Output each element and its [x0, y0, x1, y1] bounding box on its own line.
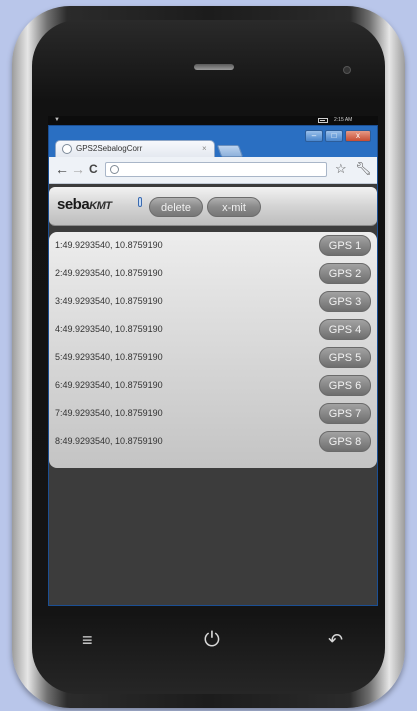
logo-sub: KMT — [89, 200, 112, 212]
list-item: 5:49.9293540, 10.8759190 GPS 5 — [49, 344, 377, 372]
level-indicator-icon — [138, 197, 142, 207]
phone-screen: ▼ 2:15 AM – □ x GPS2SebalogCorr × ← → C … — [48, 116, 378, 606]
tab-close-icon[interactable]: × — [202, 144, 207, 153]
list-item: 2:49.9293540, 10.8759190 GPS 2 — [49, 260, 377, 288]
list-item: 6:49.9293540, 10.8759190 GPS 6 — [49, 372, 377, 400]
globe-icon — [62, 144, 72, 154]
signal-icon: ▼ — [54, 117, 60, 123]
list-item: 1:49.9293540, 10.8759190 GPS 1 — [49, 232, 377, 260]
tab-gps2sebalogcorr[interactable]: GPS2SebalogCorr × — [55, 140, 215, 158]
gps-list: 1:49.9293540, 10.8759190 GPS 1 2:49.9293… — [49, 232, 377, 468]
list-item: 3:49.9293540, 10.8759190 GPS 3 — [49, 288, 377, 316]
earpiece-speaker — [194, 64, 234, 70]
app-header: sebaKMT delete x-mit — [49, 187, 377, 226]
tab-strip: GPS2SebalogCorr × — [55, 140, 371, 158]
gps-coordinate-text: 5:49.9293540, 10.8759190 — [55, 352, 163, 362]
status-bar: ▼ 2:15 AM — [48, 116, 378, 125]
gps-coordinate-text: 2:49.9293540, 10.8759190 — [55, 268, 163, 278]
power-icon[interactable]: ⏻ — [204, 628, 220, 652]
gps-6-button[interactable]: GPS 6 — [319, 375, 371, 396]
forward-icon[interactable]: → — [71, 161, 85, 177]
gps-7-button[interactable]: GPS 7 — [319, 403, 371, 424]
gps-1-button[interactable]: GPS 1 — [319, 235, 371, 256]
new-tab-button[interactable] — [216, 145, 244, 157]
page-icon — [110, 165, 119, 174]
list-item: 8:49.9293540, 10.8759190 GPS 8 — [49, 428, 377, 456]
reload-icon[interactable]: C — [89, 161, 98, 177]
back-key-icon[interactable]: ↶ — [328, 628, 343, 652]
gps-5-button[interactable]: GPS 5 — [319, 347, 371, 368]
sebakmt-logo: sebaKMT — [57, 196, 112, 213]
gps-3-button[interactable]: GPS 3 — [319, 291, 371, 312]
gps-coordinate-text: 8:49.9293540, 10.8759190 — [55, 436, 163, 446]
back-icon[interactable]: ← — [55, 161, 69, 177]
bookmark-star-icon[interactable]: ☆ — [335, 161, 347, 177]
gps-8-button[interactable]: GPS 8 — [319, 431, 371, 452]
delete-button[interactable]: delete — [149, 197, 203, 217]
front-camera — [343, 66, 351, 74]
browser-toolbar: ← → C ☆ 🔧︎ — [49, 157, 377, 184]
gps-2-button[interactable]: GPS 2 — [319, 263, 371, 284]
logo-main: seba — [57, 196, 90, 213]
status-time: 2:15 AM — [334, 117, 353, 123]
gps-4-button[interactable]: GPS 4 — [319, 319, 371, 340]
gps-coordinate-text: 6:49.9293540, 10.8759190 — [55, 380, 163, 390]
gps-coordinate-text: 4:49.9293540, 10.8759190 — [55, 324, 163, 334]
browser-window: – □ x GPS2SebalogCorr × ← → C ☆ 🔧︎ sebaK… — [48, 125, 378, 606]
address-bar[interactable] — [105, 162, 327, 177]
gps-coordinate-text: 1:49.9293540, 10.8759190 — [55, 240, 163, 250]
list-item: 4:49.9293540, 10.8759190 GPS 4 — [49, 316, 377, 344]
battery-icon — [318, 118, 328, 123]
xmit-button[interactable]: x-mit — [207, 197, 261, 217]
gps-coordinate-text: 7:49.9293540, 10.8759190 — [55, 408, 163, 418]
web-page: sebaKMT delete x-mit 1:49.9293540, 10.87… — [49, 184, 377, 605]
wrench-icon[interactable]: 🔧︎ — [355, 161, 372, 177]
gps-coordinate-text: 3:49.9293540, 10.8759190 — [55, 296, 163, 306]
list-item: 7:49.9293540, 10.8759190 GPS 7 — [49, 400, 377, 428]
phone-soft-keys: ≡ ⏻ ↶ — [48, 628, 378, 658]
tab-title: GPS2SebalogCorr — [76, 144, 143, 153]
menu-icon[interactable]: ≡ — [82, 628, 93, 652]
